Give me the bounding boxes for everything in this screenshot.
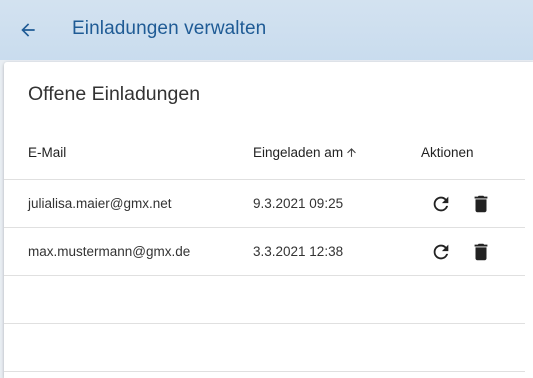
empty-table-row <box>4 276 525 324</box>
delete-invitation-button[interactable] <box>469 192 493 216</box>
column-header-actions: Aktionen <box>421 145 474 160</box>
page-title: Einladungen verwalten <box>72 18 267 39</box>
resend-invitation-button[interactable] <box>429 240 453 264</box>
delete-invitation-button[interactable] <box>469 240 493 264</box>
card-title: Offene Einladungen <box>28 83 201 105</box>
arrow-left-icon <box>21 23 35 37</box>
cell-email: julialisa.maier@gmx.net <box>28 196 172 211</box>
column-header-invited-at-label: Eingeladen am <box>253 145 344 160</box>
table-row: julialisa.maier@gmx.net 9.3.2021 09:25 <box>4 180 525 228</box>
table-header: E-Mail Eingeladen am Aktionen <box>4 124 525 180</box>
cell-invited-at: 9.3.2021 09:25 <box>253 196 344 211</box>
resend-invitation-button[interactable] <box>429 192 453 216</box>
refresh-icon <box>433 244 449 260</box>
table-row: max.mustermann@gmx.de 3.3.2021 12:38 <box>4 228 525 276</box>
empty-table-row <box>4 324 525 372</box>
cell-email: max.mustermann@gmx.de <box>28 244 191 259</box>
app-toolbar: Einladungen verwalten <box>0 0 533 60</box>
refresh-icon <box>433 196 449 212</box>
trash-icon <box>474 243 488 261</box>
column-header-email: E-Mail <box>28 145 67 160</box>
back-button[interactable] <box>12 14 44 46</box>
column-header-invited-at[interactable]: Eingeladen am <box>253 145 358 160</box>
arrow-up-icon <box>345 146 358 159</box>
trash-icon <box>474 195 488 213</box>
invitations-card: Offene Einladungen E-Mail Eingeladen am … <box>4 62 533 378</box>
cell-invited-at: 3.3.2021 12:38 <box>253 244 344 259</box>
